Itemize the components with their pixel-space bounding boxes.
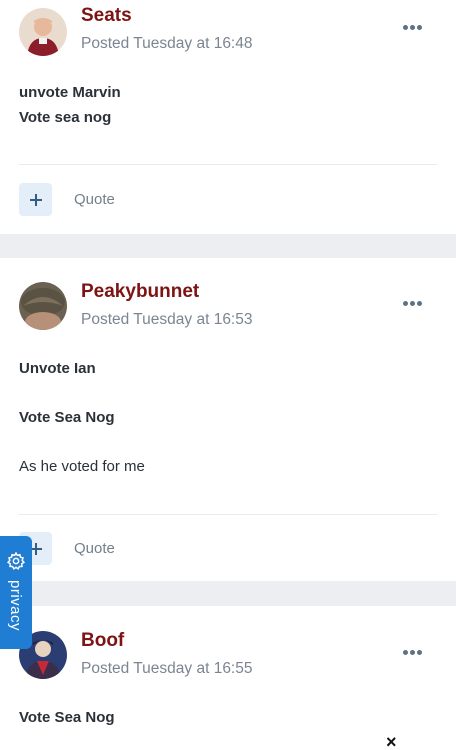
- react-button[interactable]: [19, 183, 52, 216]
- close-icon[interactable]: ×: [386, 733, 397, 750]
- more-options-icon[interactable]: [403, 25, 422, 30]
- quote-button[interactable]: Quote: [74, 191, 115, 208]
- privacy-settings-tab[interactable]: privacy: [0, 536, 32, 649]
- avatar[interactable]: [19, 8, 67, 56]
- post-text-line: unvote Marvin: [19, 84, 121, 101]
- more-options-icon[interactable]: [403, 650, 422, 655]
- post-timestamp[interactable]: Posted Tuesday at 16:53: [81, 311, 252, 329]
- author-name[interactable]: Peakybunnet: [81, 281, 199, 303]
- post-text-line: Vote sea nog: [19, 109, 112, 126]
- divider: [19, 514, 437, 515]
- post-timestamp[interactable]: Posted Tuesday at 16:48: [81, 35, 252, 53]
- quote-button[interactable]: Quote: [74, 540, 115, 557]
- post-text-line: Vote Sea Nog: [19, 409, 115, 426]
- author-name[interactable]: Seats: [81, 5, 132, 27]
- post-text-line: Unvote Ian: [19, 360, 96, 377]
- post-peakybunnet: Peakybunnet Posted Tuesday at 16:53 Unvo…: [0, 258, 456, 581]
- post-timestamp[interactable]: Posted Tuesday at 16:55: [81, 660, 252, 678]
- more-options-icon[interactable]: [403, 301, 422, 306]
- author-name[interactable]: Boof: [81, 630, 124, 652]
- post-seats: Seats Posted Tuesday at 16:48 unvote Mar…: [0, 0, 456, 234]
- plus-icon: [29, 193, 42, 206]
- post-text-line: As he voted for me: [19, 458, 145, 475]
- post-text-line: Vote Sea Nog: [19, 709, 115, 726]
- gear-icon: [6, 551, 26, 570]
- divider: [19, 164, 437, 165]
- privacy-label: privacy: [7, 580, 24, 632]
- avatar[interactable]: [19, 282, 67, 330]
- post-boof: Boof Posted Tuesday at 16:55 Vote Sea No…: [0, 606, 456, 750]
